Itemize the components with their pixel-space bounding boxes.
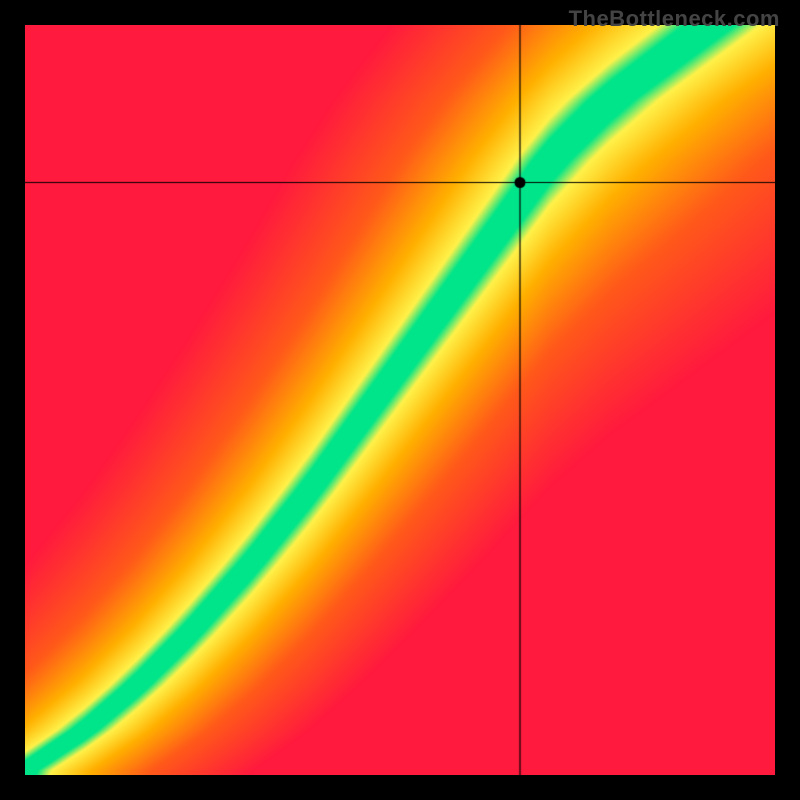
heatmap-canvas	[25, 25, 775, 775]
heatmap-plot	[25, 25, 775, 775]
watermark-text: TheBottleneck.com	[569, 6, 780, 32]
